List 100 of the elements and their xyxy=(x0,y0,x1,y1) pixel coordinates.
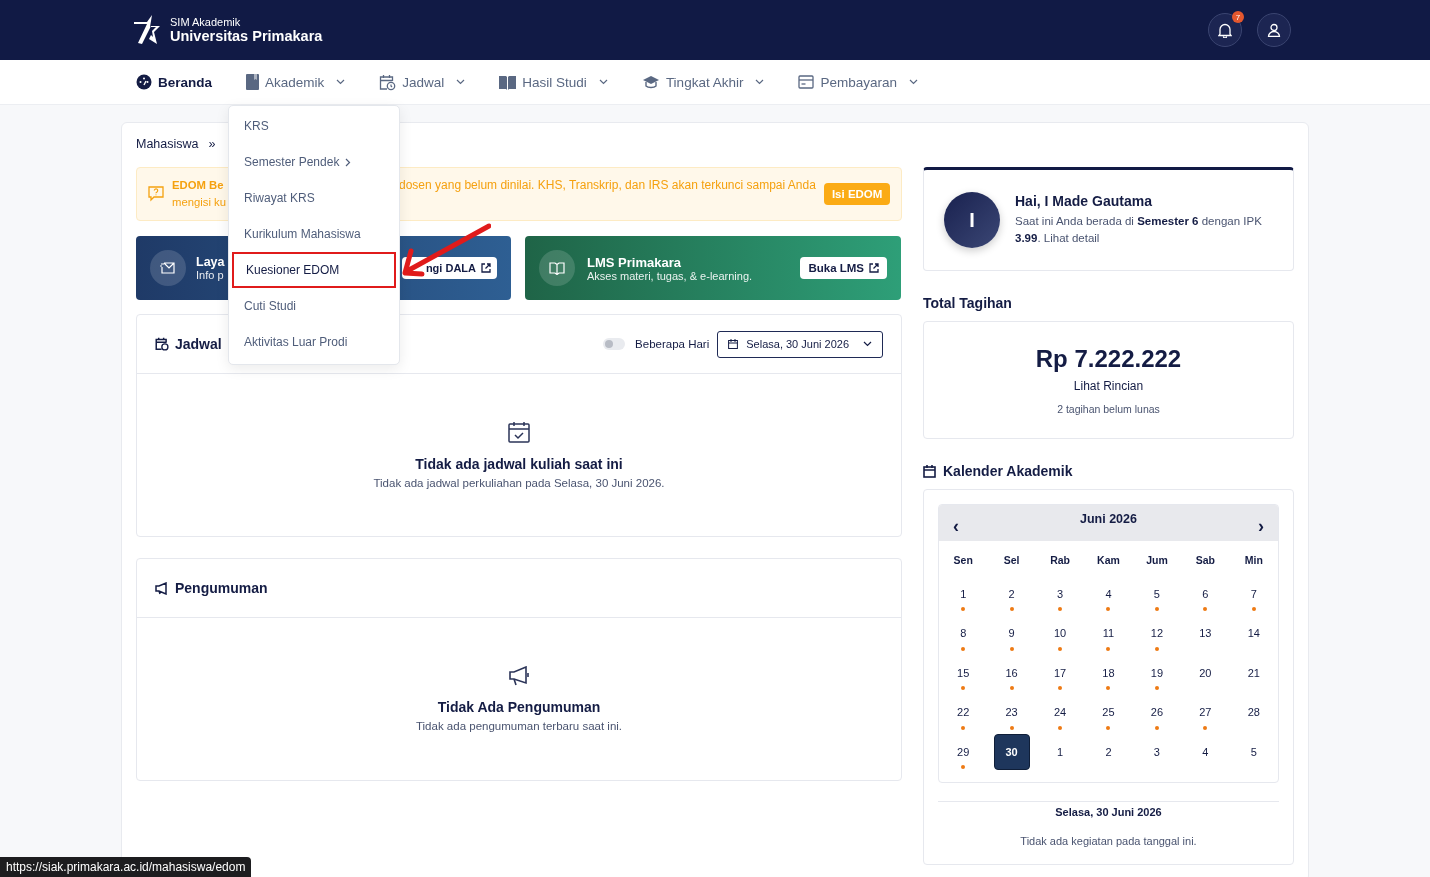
open-book-icon xyxy=(549,261,565,275)
date-picker[interactable]: Selasa, 30 Juni 2026 xyxy=(717,330,883,358)
external-link-icon xyxy=(869,263,879,273)
menu-item[interactable]: Cuti Studi xyxy=(229,288,399,324)
month-title: Juni 2026 xyxy=(1080,512,1137,526)
question-message-icon xyxy=(148,186,164,202)
calendar-day[interactable]: 8 xyxy=(946,623,981,643)
bell-icon xyxy=(1218,22,1232,38)
nav-item[interactable]: Akademik xyxy=(246,74,346,90)
section-title: Total Tagihan xyxy=(923,294,1013,313)
calendar-day[interactable]: 6 xyxy=(1188,584,1223,603)
calendar-day[interactable]: 3 xyxy=(1139,742,1174,761)
calendar-day[interactable]: 12 xyxy=(1139,623,1174,643)
weekday-label: Kam xyxy=(1096,554,1121,566)
breadcrumb-item[interactable]: Mahasiswa xyxy=(136,137,199,157)
menu-item[interactable]: KRS xyxy=(229,108,399,144)
calendar-day[interactable]: 20 xyxy=(1188,663,1223,682)
calendar-day[interactable]: 17 xyxy=(1043,663,1078,682)
profile-button[interactable] xyxy=(1257,13,1291,47)
calendar-day[interactable]: 13 xyxy=(1188,623,1223,643)
calendar-day[interactable]: 14 xyxy=(1236,623,1271,643)
calendar-day[interactable]: 23 xyxy=(994,702,1029,722)
external-link-icon xyxy=(481,263,491,273)
menu-item[interactable]: Riwayat KRS xyxy=(229,180,399,216)
mail-icon xyxy=(160,261,176,275)
weekday-label: Sab xyxy=(1194,554,1216,566)
calendar-day[interactable]: 1 xyxy=(1043,742,1078,761)
book-icon xyxy=(246,74,260,90)
calendar-day[interactable]: 24 xyxy=(1043,702,1078,722)
empty-text: Tidak ada jadwal perkuliahan pada Selasa, 30 Juni 2026. xyxy=(373,477,665,489)
panel-title: Pengumuman xyxy=(175,580,268,596)
calendar-day[interactable]: 7 xyxy=(1236,584,1271,603)
previous-month-button[interactable]: ‹ xyxy=(953,515,959,537)
selected-date: Selasa, 30 Juni 2026 xyxy=(1055,805,1162,818)
graduation-cap-icon xyxy=(641,75,660,89)
nav-item[interactable]: Jadwal xyxy=(379,73,466,91)
toggle-switch[interactable] xyxy=(603,338,626,350)
alert-text: mengisi ku xyxy=(172,195,225,210)
calendar-day[interactable]: 19 xyxy=(1139,663,1174,682)
calendar-day[interactable]: 3 xyxy=(1043,584,1078,603)
card-subtitle: Info p xyxy=(196,269,225,281)
nav-item[interactable]: Hasil Studi xyxy=(499,74,608,90)
card-link-button[interactable]: Buka LMS xyxy=(800,257,887,279)
calendar-day[interactable]: 25 xyxy=(1091,702,1126,722)
calendar-day[interactable]: 10 xyxy=(1043,623,1078,643)
weekday-label: Min xyxy=(1243,554,1264,566)
calendar-icon xyxy=(923,464,936,478)
calendar-day[interactable]: 30 xyxy=(993,734,1030,770)
details-link[interactable]: Lihat Rincian xyxy=(1073,379,1144,393)
nav-item[interactable]: Beranda xyxy=(136,74,213,90)
alert-title: EDOM Be xyxy=(172,178,225,193)
empty-title: Tidak Ada Pengumuman xyxy=(437,699,601,715)
university-name: Universitas Primakara xyxy=(170,28,323,44)
calendar-day[interactable]: 5 xyxy=(1139,584,1174,603)
calendar-day[interactable]: 2 xyxy=(994,584,1029,603)
menu-item[interactable]: Semester Pendek xyxy=(229,144,399,180)
calendar-check-icon xyxy=(508,421,530,443)
menu-item[interactable]: Kurikulum Mahasiswa xyxy=(229,216,399,252)
section-title: Kalender Akademik xyxy=(943,463,1073,479)
calendar-day[interactable]: 27 xyxy=(1188,702,1223,722)
calendar-day[interactable]: 1 xyxy=(946,584,981,603)
calendar-day[interactable]: 5 xyxy=(1236,742,1271,761)
weekday-label: Rab xyxy=(1049,554,1071,566)
bill-amount: Rp 7.222.222 xyxy=(1035,345,1182,373)
wallet-icon xyxy=(798,75,815,89)
calendar-day[interactable]: 16 xyxy=(994,663,1029,682)
calendar-day[interactable]: 26 xyxy=(1139,702,1174,722)
empty-title: Tidak ada jadwal kuliah saat ini xyxy=(415,456,623,472)
megaphone-icon xyxy=(155,581,169,595)
nav-item[interactable]: Pembayaran xyxy=(798,74,918,90)
breadcrumb-item: » xyxy=(208,137,216,153)
weekday-label: Jum xyxy=(1145,554,1169,566)
next-month-button[interactable]: › xyxy=(1258,515,1264,537)
calendar-day[interactable]: 11 xyxy=(1091,623,1126,643)
calendar-day[interactable]: 4 xyxy=(1188,742,1223,761)
calendar-day[interactable]: 22 xyxy=(946,702,981,722)
calendar-day[interactable]: 2 xyxy=(1091,742,1126,761)
empty-text: Tidak ada pengumuman terbaru saat ini. xyxy=(415,720,623,732)
nav-item[interactable]: Tingkat Akhir xyxy=(641,74,765,90)
calendar-clock-icon xyxy=(155,337,169,351)
panel-title: Jadwal xyxy=(175,336,222,352)
calendar-day[interactable]: 4 xyxy=(1091,584,1126,603)
calendar-day[interactable]: 18 xyxy=(1091,663,1126,682)
calendar-day[interactable]: 28 xyxy=(1236,702,1271,722)
calendar-day[interactable]: 21 xyxy=(1236,663,1271,682)
profile-summary: Saat ini Anda berada di Semester 6 dengan IPK 3.99. Lihat detail xyxy=(1015,214,1263,246)
alert-text: dosen yang belum dinilai. KHS, Transkrip, dan IRS akan terkunci sampai Anda xyxy=(399,178,816,192)
notification-badge: 7 xyxy=(1232,11,1244,23)
calendar-icon xyxy=(728,339,739,349)
greeting: Hai, I Made Gautama xyxy=(1015,193,1153,209)
calendar-day[interactable]: 29 xyxy=(946,742,981,761)
notification-button[interactable]: 7 xyxy=(1208,13,1242,47)
empty-text: Tidak ada kegiatan pada tanggal ini. xyxy=(1020,834,1197,847)
menu-item[interactable]: Kuesioner EDOM xyxy=(232,252,396,288)
weekday-label: Sel xyxy=(1002,554,1021,566)
calendar-day[interactable]: 15 xyxy=(946,663,981,682)
menu-item[interactable]: Aktivitas Luar Prodi xyxy=(229,324,399,360)
toggle-label: Beberapa Hari xyxy=(635,338,710,350)
card-title: LMS Primakara xyxy=(587,254,682,270)
calendar-day[interactable]: 9 xyxy=(994,623,1029,643)
